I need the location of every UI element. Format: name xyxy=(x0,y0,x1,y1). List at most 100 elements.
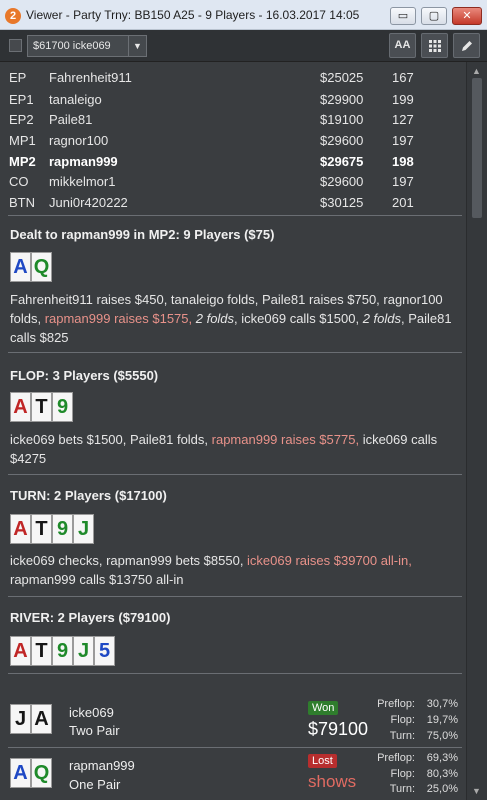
player-stack: $29900 xyxy=(320,92,364,107)
player-row: EP Fahrenheit911 $25025 167 xyxy=(0,68,466,88)
playing-card: Q xyxy=(31,252,52,282)
app-logo-icon: 2 xyxy=(5,8,21,24)
result-player-name: icke069 xyxy=(69,705,114,720)
grid-icon xyxy=(428,40,441,52)
player-row: MP1 ragnor100 $29600 197 xyxy=(0,131,466,151)
player-name: Paile81 xyxy=(49,112,93,127)
player-bb: 197 xyxy=(392,133,414,148)
playing-card: T xyxy=(31,392,52,422)
player-name: Juni0r420222 xyxy=(49,195,128,210)
playing-card: A xyxy=(10,636,31,666)
divider xyxy=(8,596,462,597)
player-name: Fahrenheit911 xyxy=(49,70,132,85)
turn-header: TURN: 2 Players ($17100) xyxy=(10,488,167,503)
player-name: rapman999 xyxy=(49,154,118,169)
result-hand: Two Pair xyxy=(69,723,120,738)
playing-card: A xyxy=(10,392,31,422)
playing-card: 9 xyxy=(52,636,73,666)
playing-card: J xyxy=(10,704,31,734)
result-hand: One Pair xyxy=(69,777,121,792)
player-stack: $30125 xyxy=(320,195,364,210)
player-position: CO xyxy=(9,174,29,189)
player-name: ragnor100 xyxy=(49,133,109,148)
preflop-actions: Fahrenheit911 raises $450, tanaleigo fol… xyxy=(10,290,462,347)
stat-value: 25,0% xyxy=(426,783,458,795)
playing-card: A xyxy=(10,252,31,282)
stat-value: 75,0% xyxy=(426,730,458,742)
scroll-thumb[interactable] xyxy=(472,78,482,218)
player-select[interactable]: $61700 icke069 ▼ xyxy=(27,35,147,57)
playing-card: 9 xyxy=(52,514,73,544)
stat-label: Turn: xyxy=(389,730,415,742)
window-title: Viewer - Party Trny: BB150 A25 - 9 Playe… xyxy=(26,8,360,22)
preflop-cards: AQ xyxy=(10,252,52,282)
result-cards: JA xyxy=(10,704,52,734)
turn-actions: icke069 checks, rapman999 bets $8550, ic… xyxy=(10,551,462,589)
stat-value: 30,7% xyxy=(426,698,458,710)
font-size-button[interactable]: AA xyxy=(389,33,416,58)
playing-card: T xyxy=(31,636,52,666)
player-row: EP2 Paile81 $19100 127 xyxy=(0,110,466,130)
scroll-up-icon[interactable]: ▲ xyxy=(472,66,481,76)
filter-checkbox[interactable] xyxy=(9,39,22,52)
equity-stat: Turn: 75,0% xyxy=(322,730,462,745)
playing-card: A xyxy=(10,758,31,788)
stat-value: 80,3% xyxy=(426,768,458,780)
hand-history-panel: EP Fahrenheit911 $25025 167 EP1 tanaleig… xyxy=(0,62,466,800)
maximize-button[interactable]: ▢ xyxy=(421,7,447,25)
folds-text: 2 folds xyxy=(195,311,235,326)
player-stack: $29600 xyxy=(320,174,364,189)
hero-action-text: rapman999 raises $1575, xyxy=(44,311,196,326)
action-text: , icke069 calls $1500, xyxy=(234,311,363,326)
player-stack: $29600 xyxy=(320,133,364,148)
player-row: EP1 tanaleigo $29900 199 xyxy=(0,90,466,110)
minimize-button[interactable]: ▭ xyxy=(390,7,416,25)
flop-header: FLOP: 3 Players ($5550) xyxy=(10,368,159,383)
result-cards: AQ xyxy=(10,758,52,788)
hero-action-text: rapman999 raises $5775, xyxy=(211,432,363,447)
pencil-icon xyxy=(461,41,472,51)
player-position: EP2 xyxy=(9,112,34,127)
playing-card: A xyxy=(10,514,31,544)
playing-card: Q xyxy=(31,758,52,788)
equity-stat: Flop: 80,3% xyxy=(322,768,462,783)
river-cards: AT9J5 xyxy=(10,636,115,666)
close-button[interactable]: ✕ xyxy=(452,7,482,25)
stat-value: 19,7% xyxy=(426,714,458,726)
playing-card: T xyxy=(31,514,52,544)
player-row: BTN Juni0r420222 $30125 201 xyxy=(0,193,466,213)
equity-stat: Preflop: 69,3% xyxy=(322,752,462,767)
player-name: tanaleigo xyxy=(49,92,102,107)
player-bb: 199 xyxy=(392,92,414,107)
player-position: EP1 xyxy=(9,92,34,107)
chevron-down-icon[interactable]: ▼ xyxy=(128,36,146,56)
action-text: icke069 bets $1500, Paile81 folds, xyxy=(10,432,212,447)
edit-button[interactable] xyxy=(453,33,480,58)
player-position: BTN xyxy=(9,195,35,210)
grid-view-button[interactable] xyxy=(421,33,448,58)
folds-text: 2 folds xyxy=(362,311,401,326)
action-text: icke069 checks, rapman999 bets $8550, xyxy=(10,553,248,568)
preflop-header: Dealt to rapman999 in MP2: 9 Players ($7… xyxy=(10,227,275,242)
equity-stat: Flop: 19,7% xyxy=(322,714,462,729)
title-bar: 2 Viewer - Party Trny: BB150 A25 - 9 Pla… xyxy=(0,0,487,30)
divider xyxy=(8,352,462,353)
vertical-scrollbar[interactable]: ▲ ▼ xyxy=(466,62,487,800)
player-bb: 197 xyxy=(392,174,414,189)
divider xyxy=(8,474,462,475)
player-bb: 201 xyxy=(392,195,414,210)
stat-label: Flop: xyxy=(390,768,415,780)
playing-card: J xyxy=(73,514,94,544)
stat-label: Preflop: xyxy=(377,752,415,764)
player-position: MP2 xyxy=(9,154,36,169)
river-header: RIVER: 2 Players ($79100) xyxy=(10,610,171,625)
divider xyxy=(8,215,462,216)
player-row: CO mikkelmor1 $29600 197 xyxy=(0,172,466,192)
player-stack: $29675 xyxy=(320,154,364,169)
scroll-down-icon[interactable]: ▼ xyxy=(472,786,481,796)
playing-card: J xyxy=(73,636,94,666)
hero-player-row: MP2 rapman999 $29675 198 xyxy=(0,152,466,172)
player-stack: $25025 xyxy=(320,70,364,85)
action-text: rapman999 calls $13750 all-in xyxy=(10,572,184,587)
turn-cards: AT9J xyxy=(10,514,94,544)
